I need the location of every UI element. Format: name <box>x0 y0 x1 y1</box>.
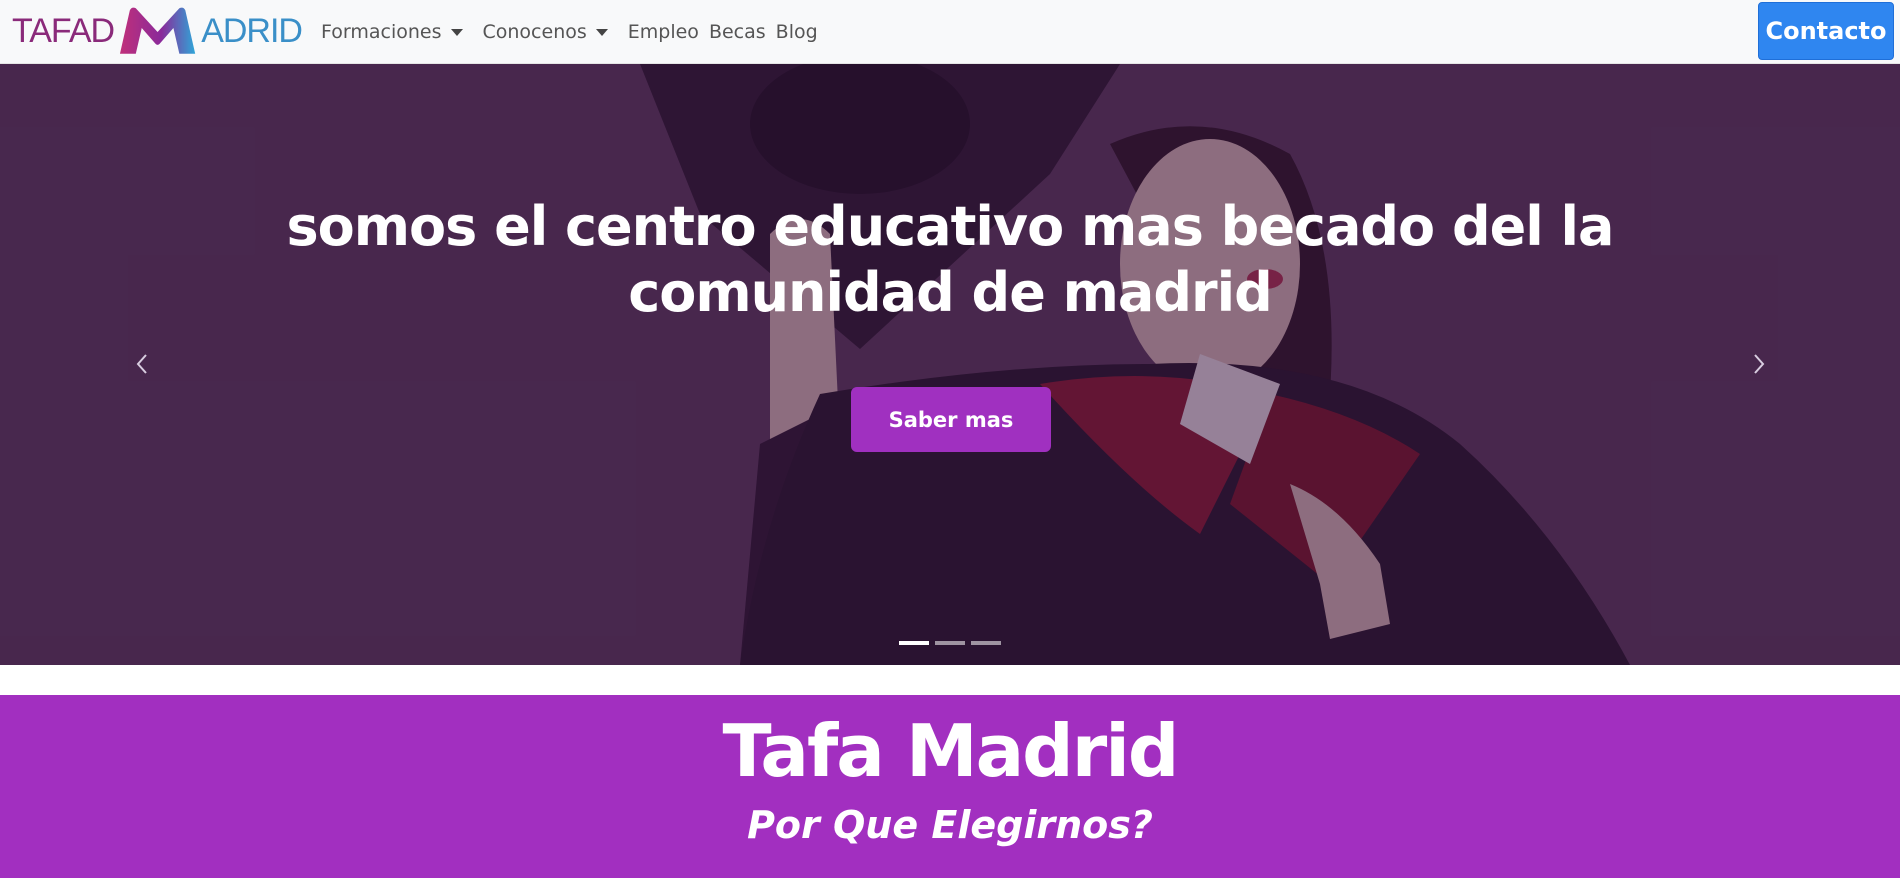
logo-text-right: ADRID <box>201 12 303 50</box>
contact-button[interactable]: Contacto <box>1758 2 1894 60</box>
carousel-next-button[interactable] <box>1744 349 1774 379</box>
nav-item-label: Becas <box>708 21 766 43</box>
nav-item-label: Conocenos <box>482 21 587 43</box>
logo-m-icon <box>120 7 196 54</box>
carousel-indicator-1[interactable] <box>899 641 929 645</box>
carousel-indicator-3[interactable] <box>971 641 1001 645</box>
carousel-indicators <box>899 641 1007 645</box>
hero-overlay <box>0 64 1900 665</box>
nav-item-formaciones[interactable]: Formaciones <box>321 21 473 43</box>
caret-down-icon <box>450 28 463 36</box>
about-section: Tafa Madrid Por Que Elegirnos? <box>0 695 1900 878</box>
navbar: TAFAD ADRID Formaciones Conocenos Empleo <box>0 0 1900 64</box>
about-subtitle: Por Que Elegirnos? <box>747 803 1153 847</box>
nav-item-becas[interactable]: Becas <box>709 21 766 43</box>
nav-item-label: Blog <box>775 21 818 43</box>
chevron-left-icon <box>136 354 147 374</box>
carousel-indicator-2[interactable] <box>935 641 965 645</box>
nav-links: Formaciones Conocenos Empleo Becas Blog <box>321 0 828 64</box>
nav-item-conocenos[interactable]: Conocenos <box>483 21 618 43</box>
logo-text-left: TAFAD <box>12 12 115 50</box>
nav-item-empleo[interactable]: Empleo <box>628 21 699 43</box>
carousel-prev-button[interactable] <box>127 349 157 379</box>
chevron-right-icon <box>1754 354 1765 374</box>
hero-carousel: somos el centro educativo mas becado del… <box>0 64 1900 665</box>
nav-item-blog[interactable]: Blog <box>776 21 818 43</box>
caret-down-icon <box>595 28 608 36</box>
nav-item-label: Empleo <box>627 21 699 43</box>
hero-title: somos el centro educativo mas becado del… <box>286 195 1615 324</box>
brand-logo[interactable]: TAFAD ADRID <box>12 6 303 56</box>
about-title: Tafa Madrid <box>722 709 1180 793</box>
nav-item-label: Formaciones <box>321 21 442 43</box>
saber-mas-button[interactable]: Saber mas <box>851 387 1051 452</box>
